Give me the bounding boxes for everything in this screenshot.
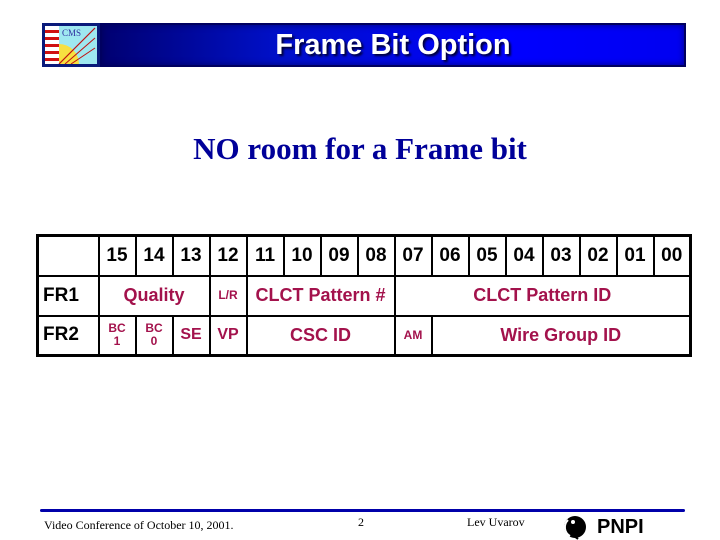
bit-header: 11 [245,234,285,277]
field-am: AM [393,314,433,357]
field-bc1: BC 1 [97,314,137,357]
cms-logo-icon: CMS [45,26,97,64]
bit-header-row: 15 14 13 12 11 10 09 08 07 06 05 04 03 0… [36,234,692,277]
field-se: SE [171,314,211,357]
row-label: FR1 [36,274,100,317]
table-row-fr1: FR1 Quality L/R CLCT Pattern # CLCT Patt… [36,274,692,317]
bit-header: 02 [578,234,618,277]
bit-header: 00 [652,234,692,277]
bit-header: 12 [208,234,248,277]
bit-header: 05 [467,234,507,277]
slide-title: Frame Bit Option [275,28,511,61]
footer-author: Lev Uvarov [467,515,525,529]
bit-header: 08 [356,234,396,277]
bit-header: 14 [134,234,174,277]
frame-bit-table: 15 14 13 12 11 10 09 08 07 06 05 04 03 0… [36,234,692,357]
slide-subtitle: NO room for a Frame bit [193,131,527,166]
bit-header: 15 [97,234,137,277]
svg-text:CMS: CMS [62,28,81,38]
corner-cell [36,234,100,277]
field-vp: VP [208,314,248,357]
pnpi-logo-icon [563,516,586,540]
bit-header: 09 [319,234,359,277]
row-label: FR2 [36,314,100,357]
field-bc0: BC 0 [134,314,174,357]
page-number: 2 [358,515,364,529]
field-bc1-line2: 1 [113,334,121,349]
footer-conference: Video Conference of October 10, 2001. [44,518,234,532]
field-clct-pattern-number: CLCT Pattern # [245,274,396,317]
pnpi-label: PNPI [597,516,644,538]
table-row-fr2: FR2 BC 1 BC 0 SE VP CSC ID AM Wire Group… [36,314,692,357]
bit-header: 01 [615,234,655,277]
bit-header: 10 [282,234,322,277]
field-clct-pattern-id: CLCT Pattern ID [393,274,692,317]
bit-header: 13 [171,234,211,277]
footer-divider [40,509,685,512]
bit-header: 06 [430,234,470,277]
field-bc0-line2: 0 [150,334,158,349]
cms-logo: CMS [42,23,100,67]
field-lr: L/R [208,274,248,317]
bit-header: 04 [504,234,544,277]
field-wire-group-id: Wire Group ID [430,314,692,357]
field-quality: Quality [97,274,211,317]
bit-header: 03 [541,234,581,277]
field-csc-id: CSC ID [245,314,396,357]
bit-header: 07 [393,234,433,277]
title-bar: Frame Bit Option [100,23,686,67]
